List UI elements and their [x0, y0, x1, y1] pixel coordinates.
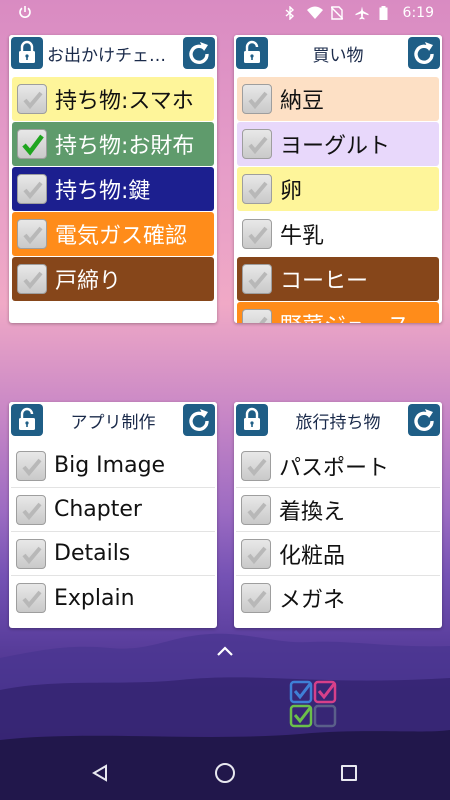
battery-icon	[379, 6, 393, 20]
checklist-item[interactable]: 牛乳	[237, 212, 439, 256]
checkbox[interactable]	[17, 219, 47, 249]
checklist: 持ち物:スマホ 持ち物:お財布 持ち物:鍵 電気ガス確認 戸締り	[9, 77, 217, 302]
checklist-item[interactable]: ヨーグルト	[237, 122, 439, 166]
unlock-icon[interactable]	[11, 404, 43, 436]
checkbox[interactable]	[242, 174, 272, 204]
checkbox[interactable]	[242, 309, 272, 323]
widget-title: お出かけチェ…	[47, 46, 166, 66]
checklist-widget-shopping: 買い物 納豆 ヨーグルト 卵 牛乳 コーヒー 野菜ジュース	[234, 35, 442, 323]
refresh-icon[interactable]	[183, 37, 215, 69]
checkbox[interactable]	[16, 583, 46, 613]
checklist-item[interactable]: 持ち物:スマホ	[12, 77, 214, 121]
no-sim-icon	[330, 6, 345, 20]
checklist-item[interactable]: コーヒー	[237, 257, 439, 301]
checklist: 納豆 ヨーグルト 卵 牛乳 コーヒー 野菜ジュース	[234, 77, 442, 323]
item-label: Details	[54, 541, 131, 566]
checklist-widget-app-dev: アプリ制作 Big Image Chapter Details Explain	[9, 402, 217, 628]
item-label: 戸締り	[55, 269, 122, 294]
checklist-item[interactable]: Big Image	[11, 444, 215, 488]
checkbox-checked[interactable]	[17, 129, 47, 159]
checklist-item[interactable]: 納豆	[237, 77, 439, 121]
checklist-item[interactable]: Chapter	[11, 488, 215, 532]
checkbox[interactable]	[241, 450, 271, 481]
checklist-item[interactable]: 野菜ジュース	[237, 302, 439, 323]
checklist-app-icon[interactable]	[289, 680, 337, 728]
checkbox[interactable]	[242, 264, 272, 294]
app-drawer-arrow-icon[interactable]	[216, 642, 234, 661]
checklist-item[interactable]: パスポート	[236, 444, 440, 488]
widget-header: アプリ制作	[9, 402, 217, 438]
item-label: 持ち物:お財布	[55, 134, 195, 159]
checkbox[interactable]	[16, 494, 46, 525]
checkbox[interactable]	[16, 538, 46, 569]
airplane-icon	[355, 6, 369, 20]
bluetooth-icon	[283, 5, 297, 21]
refresh-icon[interactable]	[408, 404, 440, 436]
refresh-icon[interactable]	[408, 37, 440, 69]
checklist-widget-outing: お出かけチェ… 持ち物:スマホ 持ち物:お財布 持ち物:鍵 電気ガス確認 戸締り	[9, 35, 217, 323]
checklist-item[interactable]: 持ち物:お財布	[12, 122, 214, 166]
checkbox[interactable]	[241, 494, 271, 525]
back-icon[interactable]	[92, 764, 108, 786]
checklist-item[interactable]: 電気ガス確認	[12, 212, 214, 256]
widget-title: 買い物	[312, 46, 364, 66]
item-label: 野菜ジュース	[280, 308, 409, 323]
item-label: 電気ガス確認	[55, 224, 188, 249]
checklist-item[interactable]: Details	[11, 532, 215, 576]
item-label: 納豆	[280, 89, 325, 114]
item-label: Chapter	[54, 497, 142, 522]
checklist-item[interactable]: 化粧品	[236, 532, 440, 576]
power-icon	[18, 4, 32, 23]
checkbox[interactable]	[17, 264, 47, 294]
item-label: パスポート	[279, 455, 390, 481]
navigation-bar	[0, 748, 450, 800]
item-label: メガネ	[279, 588, 346, 613]
item-label: 持ち物:鍵	[55, 179, 151, 204]
widget-title: 旅行持ち物	[295, 413, 381, 433]
checkbox[interactable]	[16, 450, 46, 481]
widget-header: お出かけチェ…	[9, 35, 217, 71]
checkbox[interactable]	[17, 84, 47, 114]
item-label: 牛乳	[280, 224, 325, 249]
checklist-item[interactable]: Explain	[11, 576, 215, 620]
widget-header: 旅行持ち物	[234, 402, 442, 438]
item-label: 着換え	[279, 499, 346, 525]
item-label: Explain	[54, 585, 135, 611]
checklist-item[interactable]: 卵	[237, 167, 439, 211]
checklist-item[interactable]: 着換え	[236, 488, 440, 532]
unlock-icon[interactable]	[236, 37, 268, 69]
refresh-icon[interactable]	[183, 404, 215, 436]
checkbox[interactable]	[242, 219, 272, 249]
item-label: Big Image	[54, 453, 166, 478]
recent-apps-icon[interactable]	[341, 765, 357, 781]
home-icon[interactable]	[215, 763, 235, 783]
checkbox[interactable]	[242, 84, 272, 114]
wifi-icon	[306, 6, 323, 20]
clock: 6:19	[402, 5, 434, 21]
item-label: コーヒー	[280, 269, 369, 294]
lock-icon[interactable]	[11, 37, 43, 69]
checklist-item[interactable]: 持ち物:鍵	[12, 167, 214, 211]
item-label: 持ち物:スマホ	[55, 89, 194, 114]
checklist-item[interactable]: メガネ	[236, 576, 440, 620]
checklist: Big Image Chapter Details Explain	[9, 444, 217, 620]
item-label: ヨーグルト	[280, 134, 391, 159]
checkbox[interactable]	[242, 129, 272, 159]
checklist-widget-travel: 旅行持ち物 パスポート 着換え 化粧品 メガネ	[234, 402, 442, 628]
checkbox[interactable]	[241, 538, 271, 569]
checklist: パスポート 着換え 化粧品 メガネ	[234, 444, 442, 620]
item-label: 卵	[280, 179, 303, 204]
item-label: 化粧品	[279, 543, 346, 569]
checkbox[interactable]	[17, 174, 47, 204]
checkbox[interactable]	[241, 583, 271, 613]
checklist-item[interactable]: 戸締り	[12, 257, 214, 301]
status-bar: 6:19	[0, 0, 450, 28]
widget-header: 買い物	[234, 35, 442, 71]
lock-icon[interactable]	[236, 404, 268, 436]
widget-title: アプリ制作	[70, 413, 156, 433]
